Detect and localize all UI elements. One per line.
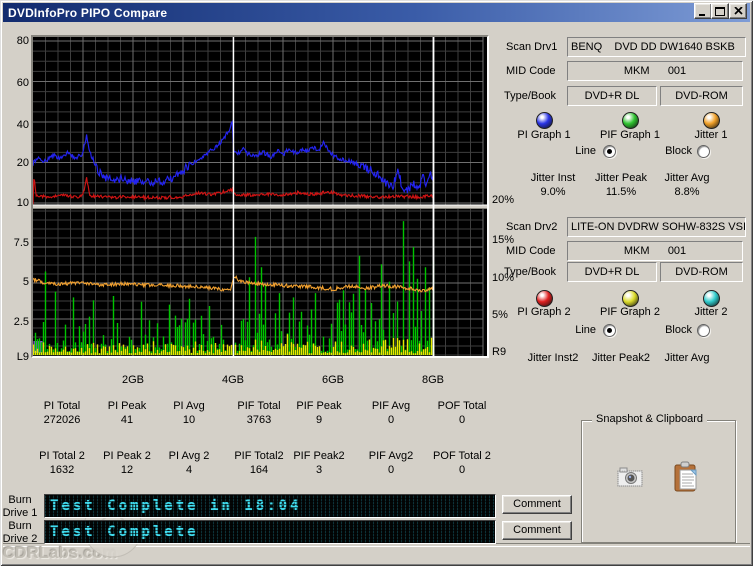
- drive2-status-display: Test Complete: [44, 520, 496, 544]
- pi-graph-2-label: PI Graph 2: [517, 306, 571, 318]
- pi-graph-1-led[interactable]: [536, 112, 553, 129]
- scan-drv2-label: Scan Drv2: [506, 221, 558, 233]
- stat-label: PIF Peak: [296, 400, 342, 412]
- y-axis-label: L9: [16, 351, 29, 363]
- pif-graph-2-led[interactable]: [622, 290, 639, 307]
- line-1-radio[interactable]: [603, 145, 616, 158]
- stat-value: 0: [387, 414, 395, 426]
- x-axis-label: 2GB: [121, 374, 144, 386]
- y-axis-label: 20: [16, 157, 29, 169]
- comment-2-button[interactable]: Comment: [502, 521, 572, 540]
- stat-value: 3: [315, 464, 323, 476]
- stat-value: 4: [185, 464, 193, 476]
- pi-graph-1-label: PI Graph 1: [517, 129, 571, 141]
- type-book2-label: Type/Book: [504, 266, 556, 278]
- mid-code1-label: MID Code: [506, 65, 556, 77]
- x-axis-label: 4GB: [221, 374, 244, 386]
- scan-drv1-field: BENQ DVD DD DW1640 BSKB: [567, 37, 746, 57]
- jitter-1-label: Jitter 1: [694, 129, 728, 141]
- block-1-label: Block: [665, 145, 692, 157]
- jitter-2-label: Jitter 2: [694, 306, 728, 318]
- close-icon: [733, 7, 743, 15]
- stat-value: 0: [458, 464, 466, 476]
- lcd-dot-matrix-overlay: [45, 521, 495, 543]
- scan-drv1-label: Scan Drv1: [506, 41, 558, 53]
- stat-label: PIF Avg: [371, 400, 411, 412]
- app-window: DVDInfoPro PIPO Compare 80 60 40 20 10 7…: [0, 0, 753, 566]
- snapshot-button[interactable]: [616, 465, 644, 489]
- close-button[interactable]: [729, 3, 747, 19]
- y-axis-label: 2.5: [13, 316, 29, 328]
- pif-graph-2-label: PIF Graph 2: [600, 306, 660, 318]
- lcd-dot-matrix-overlay: [45, 495, 495, 517]
- jitter-2-led[interactable]: [703, 290, 720, 307]
- stat-label: PIF Avg2: [368, 450, 414, 462]
- jitter-avg-value: 8.8%: [674, 186, 700, 198]
- pif-graph-1-label: PIF Graph 1: [600, 129, 660, 141]
- pif-graph-1-led[interactable]: [622, 112, 639, 129]
- maximize-button[interactable]: [711, 3, 729, 19]
- line-2-radio[interactable]: [603, 324, 616, 337]
- x-axis-label: 6GB: [321, 374, 344, 386]
- jitter-avg2-label: Jitter Avg: [664, 352, 710, 364]
- mid-code2-label: MID Code: [506, 245, 556, 257]
- comment-1-button[interactable]: Comment: [502, 495, 572, 514]
- clipboard-icon: [674, 461, 697, 492]
- graph-frame: [31, 35, 489, 358]
- drive1-status-display: Test Complete in 18:04: [44, 494, 496, 518]
- type1-field: DVD+R DL: [567, 86, 657, 106]
- type2-field: DVD+R DL: [567, 262, 657, 282]
- stat-label: PI Avg 2: [168, 450, 210, 462]
- clipboard-button[interactable]: [673, 461, 699, 492]
- block-2-radio[interactable]: [697, 324, 710, 337]
- jitter-1-led[interactable]: [703, 112, 720, 129]
- y-axis-label: 60: [16, 77, 29, 89]
- burn-drive1-label-line2: Drive 1: [2, 507, 38, 519]
- y-axis-label: 40: [16, 119, 29, 131]
- x-axis-label: 8GB: [421, 374, 444, 386]
- scan-drv2-field: LITE-ON DVDRW SOHW-832S VSI: [567, 217, 746, 237]
- y-axis-label: 5: [22, 276, 29, 288]
- stat-value: 0: [458, 414, 466, 426]
- block-2-label: Block: [665, 324, 692, 336]
- minimize-icon: [699, 13, 705, 16]
- book2-field: DVD-ROM: [660, 262, 743, 282]
- stat-value: 9: [315, 414, 323, 426]
- burn-drive1-label-line1: Burn: [8, 494, 32, 506]
- stat-label: POF Total: [437, 400, 487, 412]
- titlebar[interactable]: DVDInfoPro PIPO Compare: [3, 3, 750, 22]
- stat-label: PI Avg: [173, 400, 205, 412]
- y-axis-label: 10: [16, 197, 29, 209]
- window-title: DVDInfoPro PIPO Compare: [8, 5, 168, 20]
- mid-code2-field: MKM 001: [567, 241, 743, 261]
- line-2-label: Line: [575, 324, 596, 336]
- y-axis-label: 20%: [492, 194, 515, 206]
- stat-label: PIF Peak2: [293, 450, 345, 462]
- maximize-icon: [715, 6, 725, 16]
- y-axis-label: 7.5: [13, 237, 29, 249]
- stat-label: POF Total 2: [433, 450, 491, 462]
- stat-value: 10: [182, 414, 196, 426]
- snapshot-clipboard-title: Snapshot & Clipboard: [592, 413, 708, 425]
- pi-graph-2-led[interactable]: [536, 290, 553, 307]
- stat-value: 0: [387, 464, 395, 476]
- type-book1-label: Type/Book: [504, 90, 556, 102]
- burn-drive2-label-line1: Burn: [8, 520, 32, 532]
- y-axis-label: R9: [492, 346, 507, 358]
- line-1-label: Line: [575, 145, 596, 157]
- jitter-avg-label: Jitter Avg: [664, 172, 710, 184]
- pi-pif-compare-chart[interactable]: [33, 37, 487, 356]
- y-axis-label: 80: [16, 35, 29, 47]
- book1-field: DVD-ROM: [660, 86, 743, 106]
- mid-code1-field: MKM 001: [567, 61, 743, 81]
- minimize-button[interactable]: [694, 3, 712, 19]
- snapshot-clipboard-group: Snapshot & Clipboard: [581, 413, 736, 543]
- block-1-radio[interactable]: [697, 145, 710, 158]
- camera-icon: [617, 467, 643, 487]
